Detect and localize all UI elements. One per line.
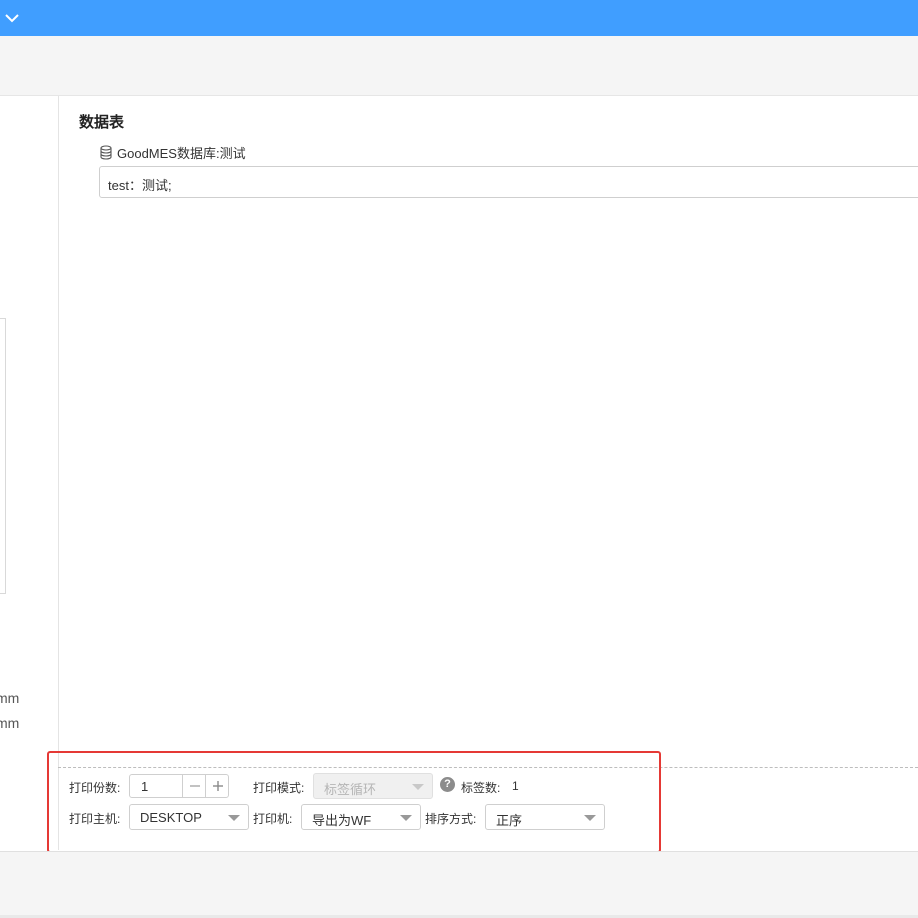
- unit-label-2: mm: [0, 715, 20, 731]
- left-panel: [0, 96, 59, 850]
- highlight-box: [47, 751, 661, 853]
- top-header-bar: [0, 0, 918, 36]
- table-field[interactable]: test：测试;: [99, 166, 918, 198]
- footer-bar: [0, 851, 918, 916]
- database-label: GoodMES数据库:测试: [117, 146, 246, 161]
- chevron-down-icon[interactable]: [2, 8, 22, 28]
- database-icon: [100, 145, 112, 160]
- left-preview-box: [0, 318, 6, 594]
- database-entry[interactable]: GoodMES数据库:测试: [100, 143, 246, 162]
- data-table-title: 数据表: [79, 114, 125, 131]
- unit-label-1: mm: [0, 690, 20, 706]
- toolbar: [0, 36, 918, 96]
